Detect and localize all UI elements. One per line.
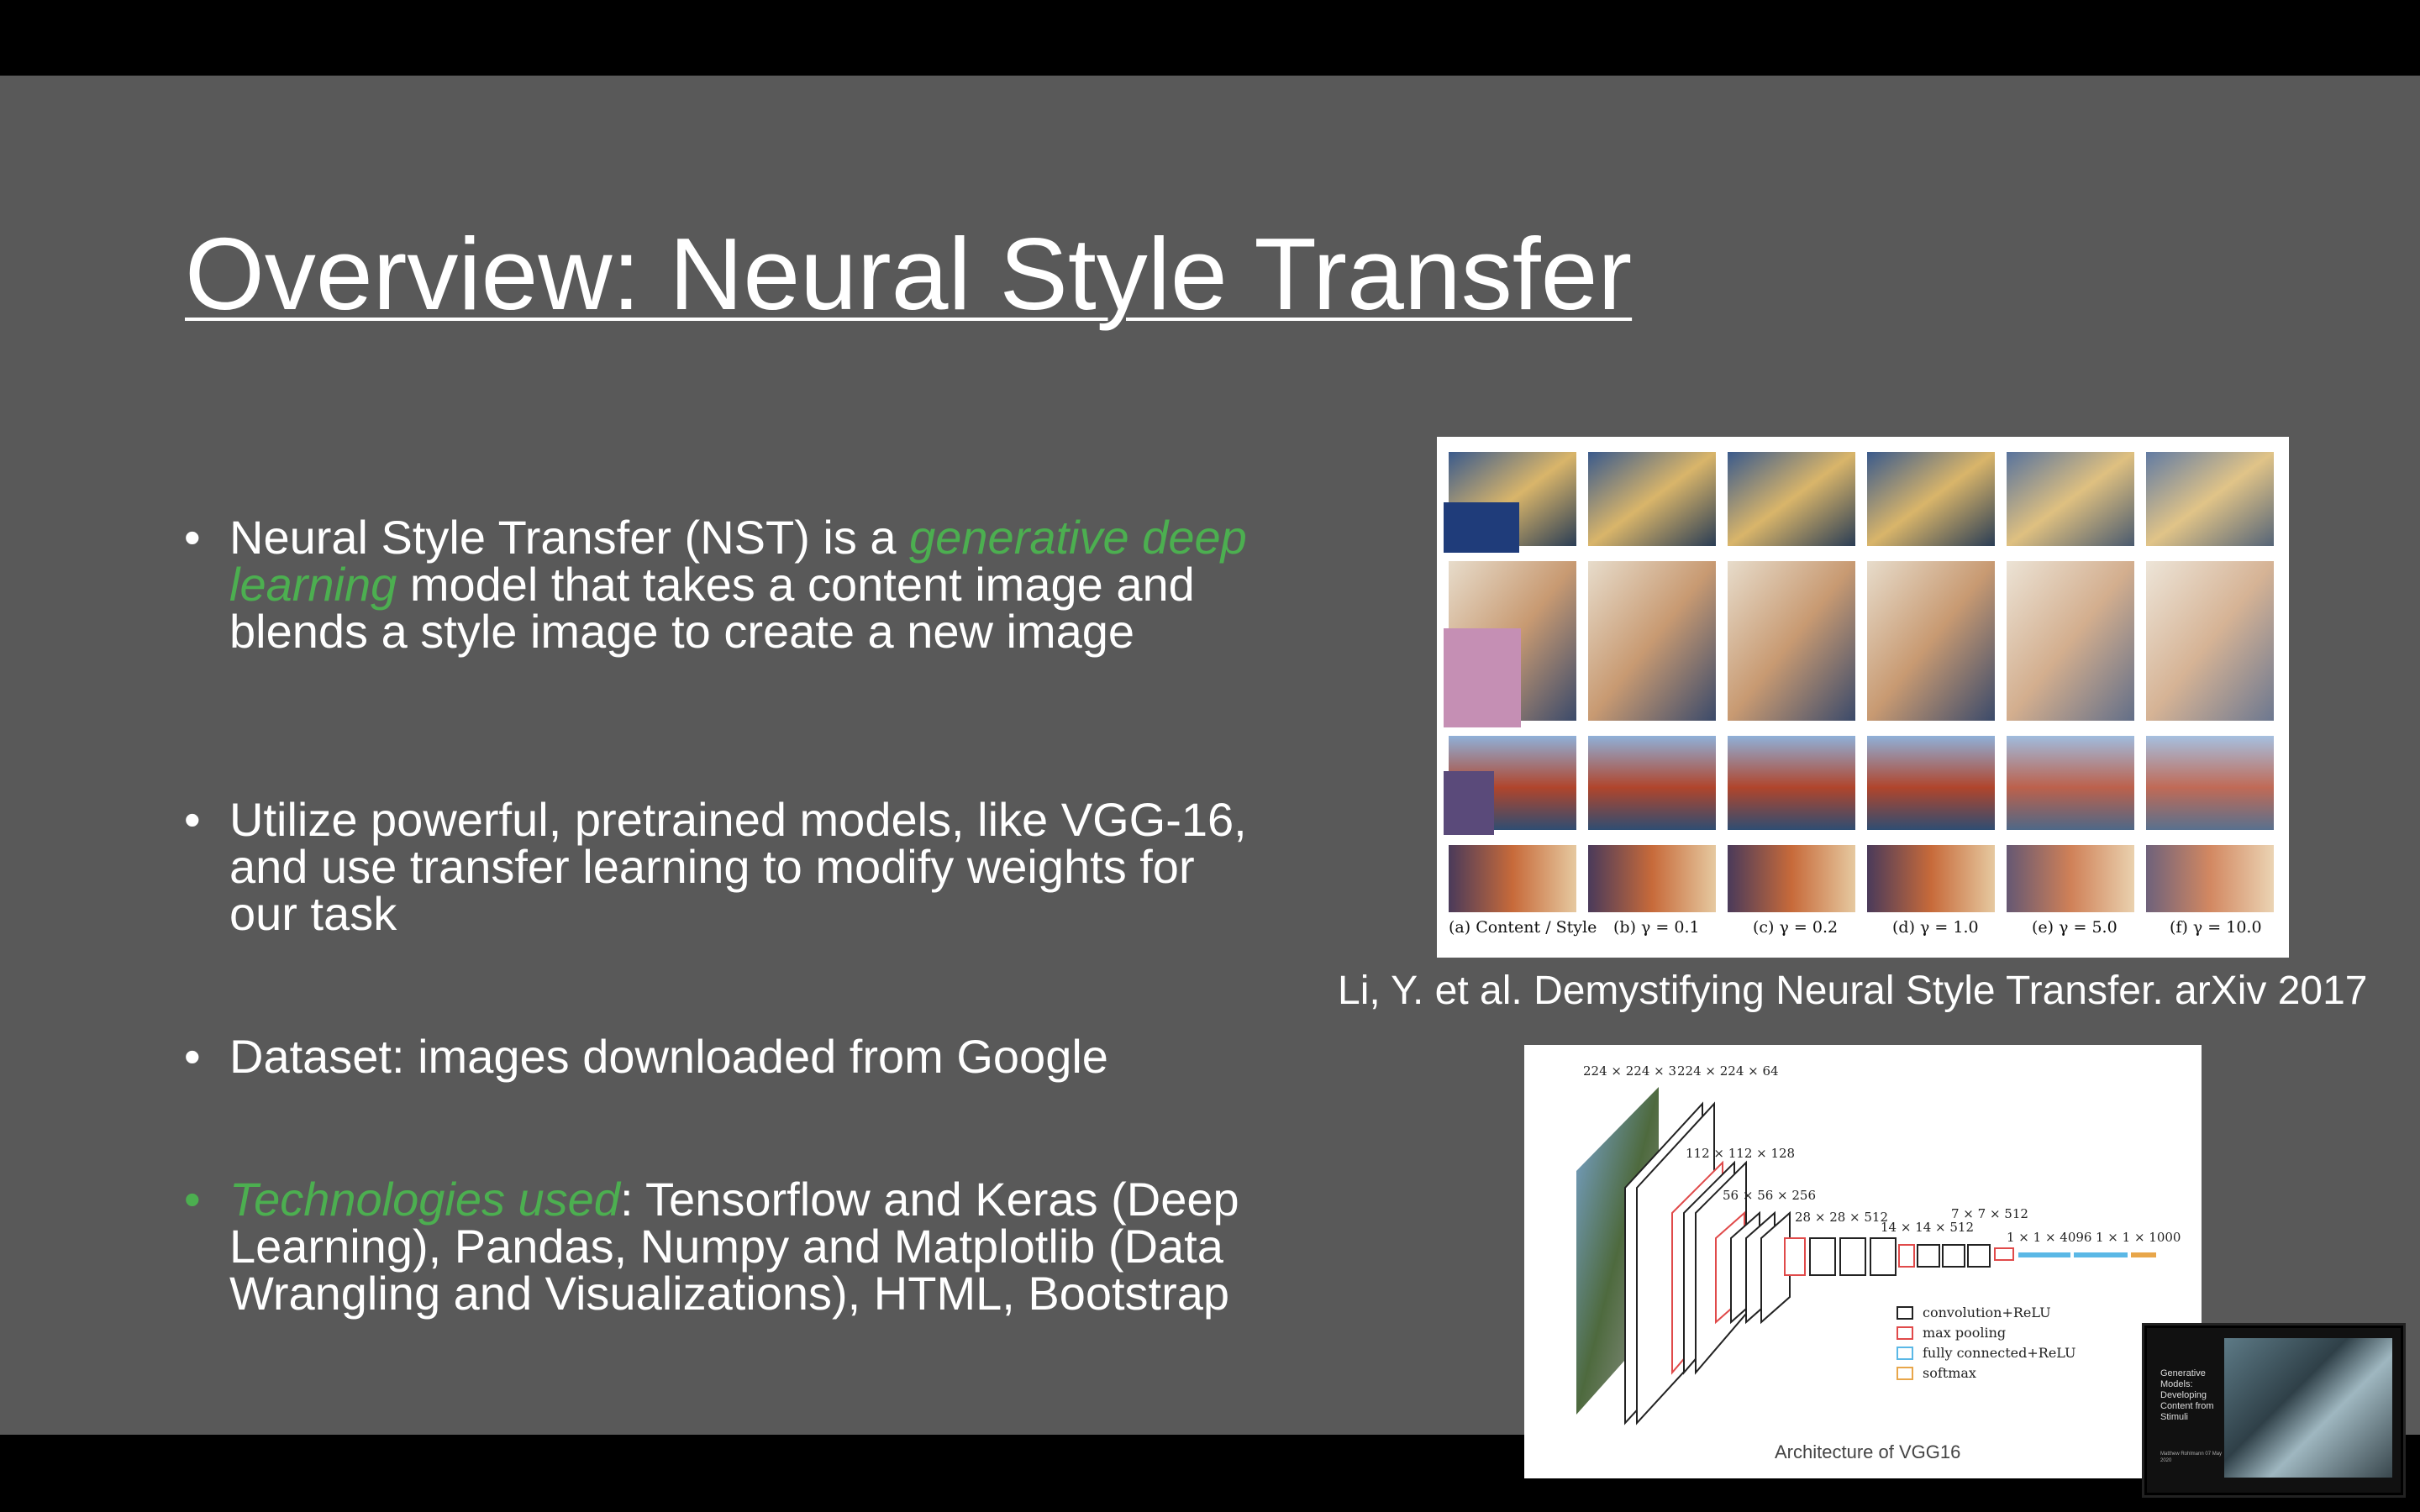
dim-label: 1 × 1 × 4096 — [2007, 1230, 2091, 1245]
bullet-text: Utilize powerful, pretrained models, lik… — [229, 793, 1247, 940]
dim-label: 112 × 112 × 128 — [1686, 1146, 1795, 1161]
conv-block-4 — [1784, 1237, 1897, 1276]
dim-label: 28 × 28 × 512 — [1795, 1210, 1888, 1225]
col-label: (d) γ = 1.0 — [1892, 918, 1979, 937]
bullet-text: Neural Style Transfer (NST) is a — [229, 511, 910, 564]
slide: Overview: Neural Style Transfer Neural S… — [0, 76, 2420, 1495]
slide-thumbnail[interactable]: Generative Models: Developing Content fr… — [2144, 1326, 2403, 1495]
row-bridge — [1444, 736, 2274, 835]
col-label: (a) Content / Style — [1449, 918, 1597, 937]
legend: convolution+ReLU max pooling fully conne… — [1897, 1305, 2076, 1381]
col-label: (c) γ = 0.2 — [1753, 918, 1838, 937]
legend-label: max pooling — [1923, 1325, 2006, 1341]
dim-label: 7 × 7 × 512 — [1951, 1206, 2028, 1221]
row-portrait — [1444, 561, 2274, 727]
slide-title: Overview: Neural Style Transfer — [185, 217, 1633, 331]
col-label: (f) γ = 10.0 — [2170, 918, 2262, 937]
column-labels: (a) Content / Style (b) γ = 0.1 (c) γ = … — [1449, 918, 2262, 937]
col-label: (e) γ = 5.0 — [2032, 918, 2118, 937]
dim-label: 14 × 14 × 512 — [1881, 1220, 1974, 1235]
bullet-text: Dataset: images downloaded from Google — [229, 1030, 1108, 1083]
dim-label: 1 × 1 × 1000 — [2096, 1230, 2181, 1245]
vgg16-diagram: 224 × 224 × 3 224 × 224 × 64 112 × 112 ×… — [1576, 1063, 2181, 1462]
figure1-caption: Li, Y. et al. Demystifying Neural Style … — [1338, 969, 2368, 1013]
legend-label: softmax — [1923, 1365, 1976, 1381]
style-transfer-figure: (a) Content / Style (b) γ = 0.1 (c) γ = … — [1437, 437, 2289, 958]
pool-5 — [1994, 1247, 2014, 1261]
thumbnail-subtitle: Matthew Rohlmann 07 May 2020 — [2160, 1452, 2223, 1463]
dim-label: 56 × 56 × 256 — [1723, 1188, 1816, 1203]
bullet-highlight: Technologies used — [229, 1173, 620, 1226]
dim-label: 224 × 224 × 64 — [1677, 1063, 1779, 1079]
legend-label: convolution+ReLU — [1923, 1305, 2051, 1320]
bullet-item: Technologies used: Tensorflow and Keras … — [181, 1176, 1273, 1317]
dim-label: 224 × 224 × 3 — [1583, 1063, 1676, 1079]
bullet-item: Utilize powerful, pretrained models, lik… — [181, 796, 1273, 937]
vgg16-figure: 224 × 224 × 3 224 × 224 × 64 112 × 112 ×… — [1524, 1045, 2202, 1478]
bullet-item: Dataset: images downloaded from Google — [181, 1030, 1108, 1083]
conv-block-3 — [1715, 1210, 1791, 1325]
row-town — [1444, 452, 2274, 553]
legend-label: fully connected+ReLU — [1923, 1345, 2076, 1361]
bullet-item: Neural Style Transfer (NST) is a generat… — [181, 514, 1273, 655]
figure2-caption: Architecture of VGG16 — [1775, 1441, 1960, 1462]
style-transfer-grid: (a) Content / Style (b) γ = 0.1 (c) γ = … — [1444, 452, 2274, 937]
thumbnail-image — [2224, 1338, 2392, 1478]
conv-block-5 — [1898, 1244, 1991, 1268]
thumbnail-title: Generative Models: Developing Content fr… — [2160, 1368, 2214, 1422]
col-label: (b) γ = 0.1 — [1613, 918, 1700, 937]
row-tower — [1449, 845, 2274, 912]
